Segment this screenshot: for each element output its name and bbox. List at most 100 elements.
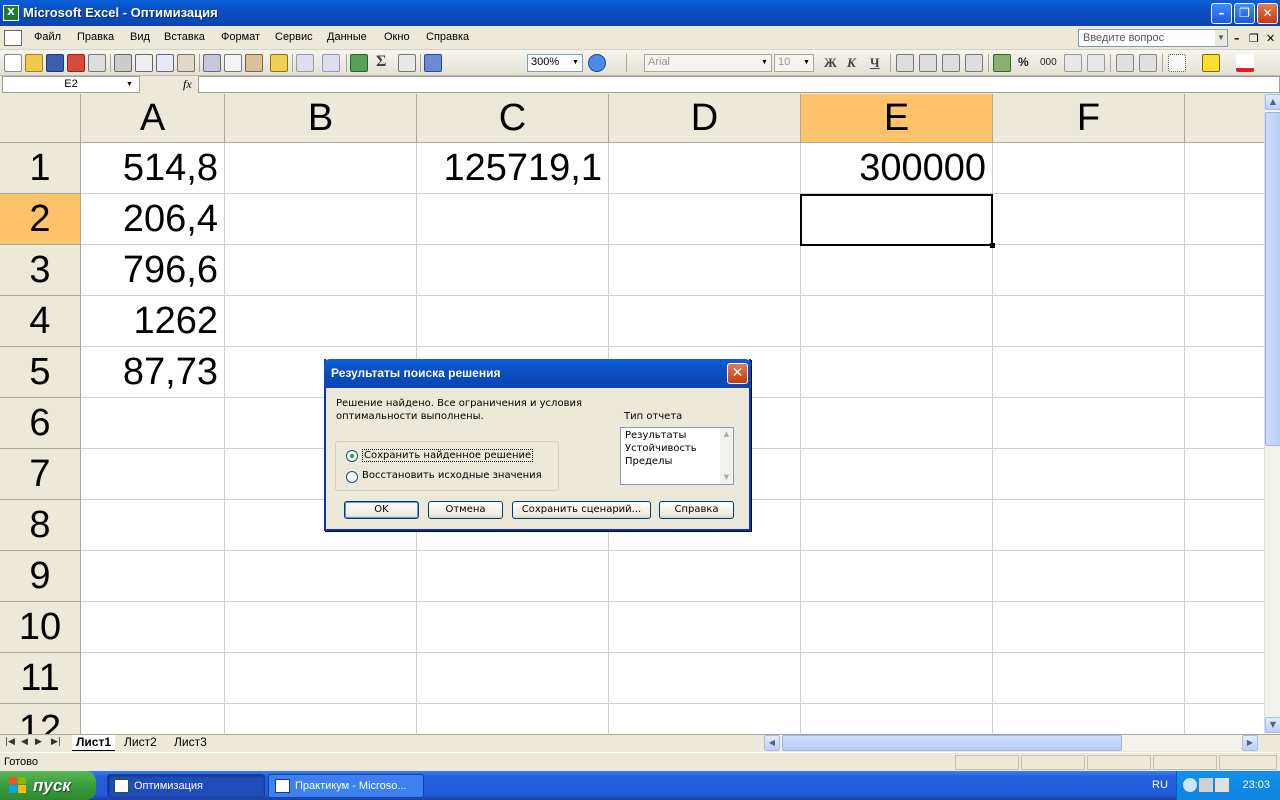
first-sheet-icon[interactable]: |◀ [5, 737, 15, 747]
start-button[interactable]: пуск [0, 771, 96, 800]
column-header-d[interactable]: D [609, 94, 801, 143]
vertical-scroll-thumb[interactable] [1265, 112, 1280, 446]
align-center-icon[interactable] [919, 54, 937, 72]
report-item-limits[interactable]: Пределы [625, 456, 672, 467]
sheet-tab-1[interactable]: Лист1 [72, 735, 116, 751]
font-size-select[interactable]: 10 ▼ [774, 54, 814, 72]
chevron-down-icon[interactable]: ▼ [801, 56, 812, 70]
currency-icon[interactable] [993, 54, 1011, 72]
horizontal-scroll-thumb[interactable] [782, 735, 1122, 751]
vertical-scrollbar[interactable]: ▲ ▼ [1264, 94, 1280, 734]
report-list-scrollbar[interactable]: ▲ ▼ [720, 428, 733, 484]
undo-icon[interactable] [296, 54, 314, 72]
cell-a3[interactable]: 796,6 [81, 245, 225, 296]
permission-icon[interactable] [67, 54, 85, 72]
font-color-icon[interactable] [1236, 54, 1254, 72]
horizontal-scrollbar[interactable]: ◀ ▶ [764, 735, 1258, 751]
radio-checked-icon[interactable] [346, 450, 358, 462]
bold-button[interactable]: Ж [824, 55, 837, 71]
font-name-select[interactable]: Arial ▼ [644, 54, 772, 72]
name-box[interactable]: E2 ▼ [2, 76, 140, 93]
last-sheet-icon[interactable]: ▶| [51, 737, 61, 747]
cell-a1[interactable]: 514,8 [81, 143, 225, 194]
row-header-11[interactable]: 11 [0, 653, 81, 704]
active-cell-e2[interactable] [800, 194, 995, 248]
column-header-b[interactable]: B [225, 94, 417, 143]
report-item-sensitivity[interactable]: Устойчивость [625, 443, 697, 454]
taskbar-item-practicum[interactable]: Практикум - Microso... [268, 774, 424, 798]
format-painter-icon[interactable] [270, 54, 288, 72]
decrease-decimal-icon[interactable] [1087, 54, 1105, 72]
network-icon[interactable] [1199, 778, 1213, 792]
column-header-e[interactable]: E [801, 94, 993, 143]
chevron-down-icon[interactable]: ▼ [124, 78, 135, 92]
cell-a5[interactable]: 87,73 [81, 347, 225, 398]
row-header-8[interactable]: 8 [0, 500, 81, 551]
percent-button[interactable]: % [1018, 55, 1029, 69]
row-header-2[interactable]: 2 [0, 194, 81, 245]
excel-app-icon[interactable]: X [3, 5, 19, 21]
fill-handle[interactable] [990, 243, 995, 248]
row-header-6[interactable]: 6 [0, 398, 81, 449]
merge-center-icon[interactable] [965, 54, 983, 72]
doc-restore-button[interactable]: ❐ [1249, 32, 1259, 45]
row-header-12[interactable]: 12 [0, 704, 81, 734]
report-item-results[interactable]: Результаты [625, 430, 686, 441]
scroll-down-icon[interactable]: ▼ [1265, 717, 1280, 733]
column-header-c[interactable]: C [417, 94, 609, 143]
underline-button[interactable]: Ч [870, 55, 880, 71]
minimize-button[interactable]: – [1211, 3, 1232, 24]
thousands-button[interactable]: 000 [1040, 57, 1057, 68]
prev-sheet-icon[interactable]: ◀ [21, 737, 28, 747]
cell-e1[interactable]: 300000 [801, 143, 993, 194]
formula-input[interactable] [198, 76, 1280, 93]
chevron-down-icon[interactable]: ▼ [1215, 30, 1227, 46]
menu-help[interactable]: Справка [426, 31, 469, 43]
borders-icon[interactable] [1168, 54, 1186, 72]
connection-icon[interactable] [1215, 778, 1229, 792]
fill-color-icon[interactable] [1202, 54, 1220, 72]
row-header-7[interactable]: 7 [0, 449, 81, 500]
taskbar-item-optimization[interactable]: Оптимизация [107, 774, 265, 798]
menu-data[interactable]: Данные [327, 31, 367, 43]
scroll-up-icon[interactable]: ▲ [720, 428, 733, 441]
row-header-3[interactable]: 3 [0, 245, 81, 296]
scroll-right-icon[interactable]: ▶ [1242, 735, 1258, 751]
decrease-indent-icon[interactable] [1116, 54, 1134, 72]
print-icon[interactable] [114, 54, 132, 72]
scroll-left-icon[interactable]: ◀ [764, 735, 780, 751]
column-header-f[interactable]: F [993, 94, 1185, 143]
sheet-tab-3[interactable]: Лист3 [170, 735, 211, 751]
chevron-down-icon[interactable]: ▼ [759, 56, 770, 70]
next-sheet-icon[interactable]: ▶ [35, 737, 42, 747]
copy-icon[interactable] [224, 54, 242, 72]
row-header-4[interactable]: 4 [0, 296, 81, 347]
increase-indent-icon[interactable] [1139, 54, 1157, 72]
document-icon[interactable] [4, 30, 22, 46]
menu-format[interactable]: Формат [221, 31, 260, 43]
new-document-icon[interactable] [4, 54, 22, 72]
column-header-a[interactable]: A [81, 94, 225, 143]
doc-close-button[interactable]: ✕ [1266, 32, 1275, 45]
cell-a4[interactable]: 1262 [81, 296, 225, 347]
row-header-1[interactable]: 1 [0, 143, 81, 194]
save-icon[interactable] [46, 54, 64, 72]
column-header-g[interactable] [1185, 94, 1264, 143]
menu-edit[interactable]: Правка [77, 31, 114, 43]
row-header-5[interactable]: 5 [0, 347, 81, 398]
align-right-icon[interactable] [942, 54, 960, 72]
menu-window[interactable]: Окно [384, 31, 410, 43]
ok-button[interactable]: OK [344, 501, 419, 519]
help-question-input[interactable]: Введите вопрос ▼ [1078, 29, 1228, 47]
report-type-list[interactable]: Результаты Устойчивость Пределы ▲ ▼ [620, 427, 734, 485]
italic-button[interactable]: К [847, 55, 856, 71]
radio-unchecked-icon[interactable] [346, 471, 358, 483]
research-icon[interactable] [177, 54, 195, 72]
back-arrow-icon[interactable] [1183, 778, 1197, 792]
scroll-up-icon[interactable]: ▲ [1265, 94, 1280, 110]
menu-file[interactable]: Файл [34, 31, 61, 43]
maximize-button[interactable]: ❐ [1234, 3, 1255, 24]
sheet-tab-2[interactable]: Лист2 [120, 735, 161, 751]
cut-icon[interactable] [203, 54, 221, 72]
chart-wizard-icon[interactable] [424, 54, 442, 72]
